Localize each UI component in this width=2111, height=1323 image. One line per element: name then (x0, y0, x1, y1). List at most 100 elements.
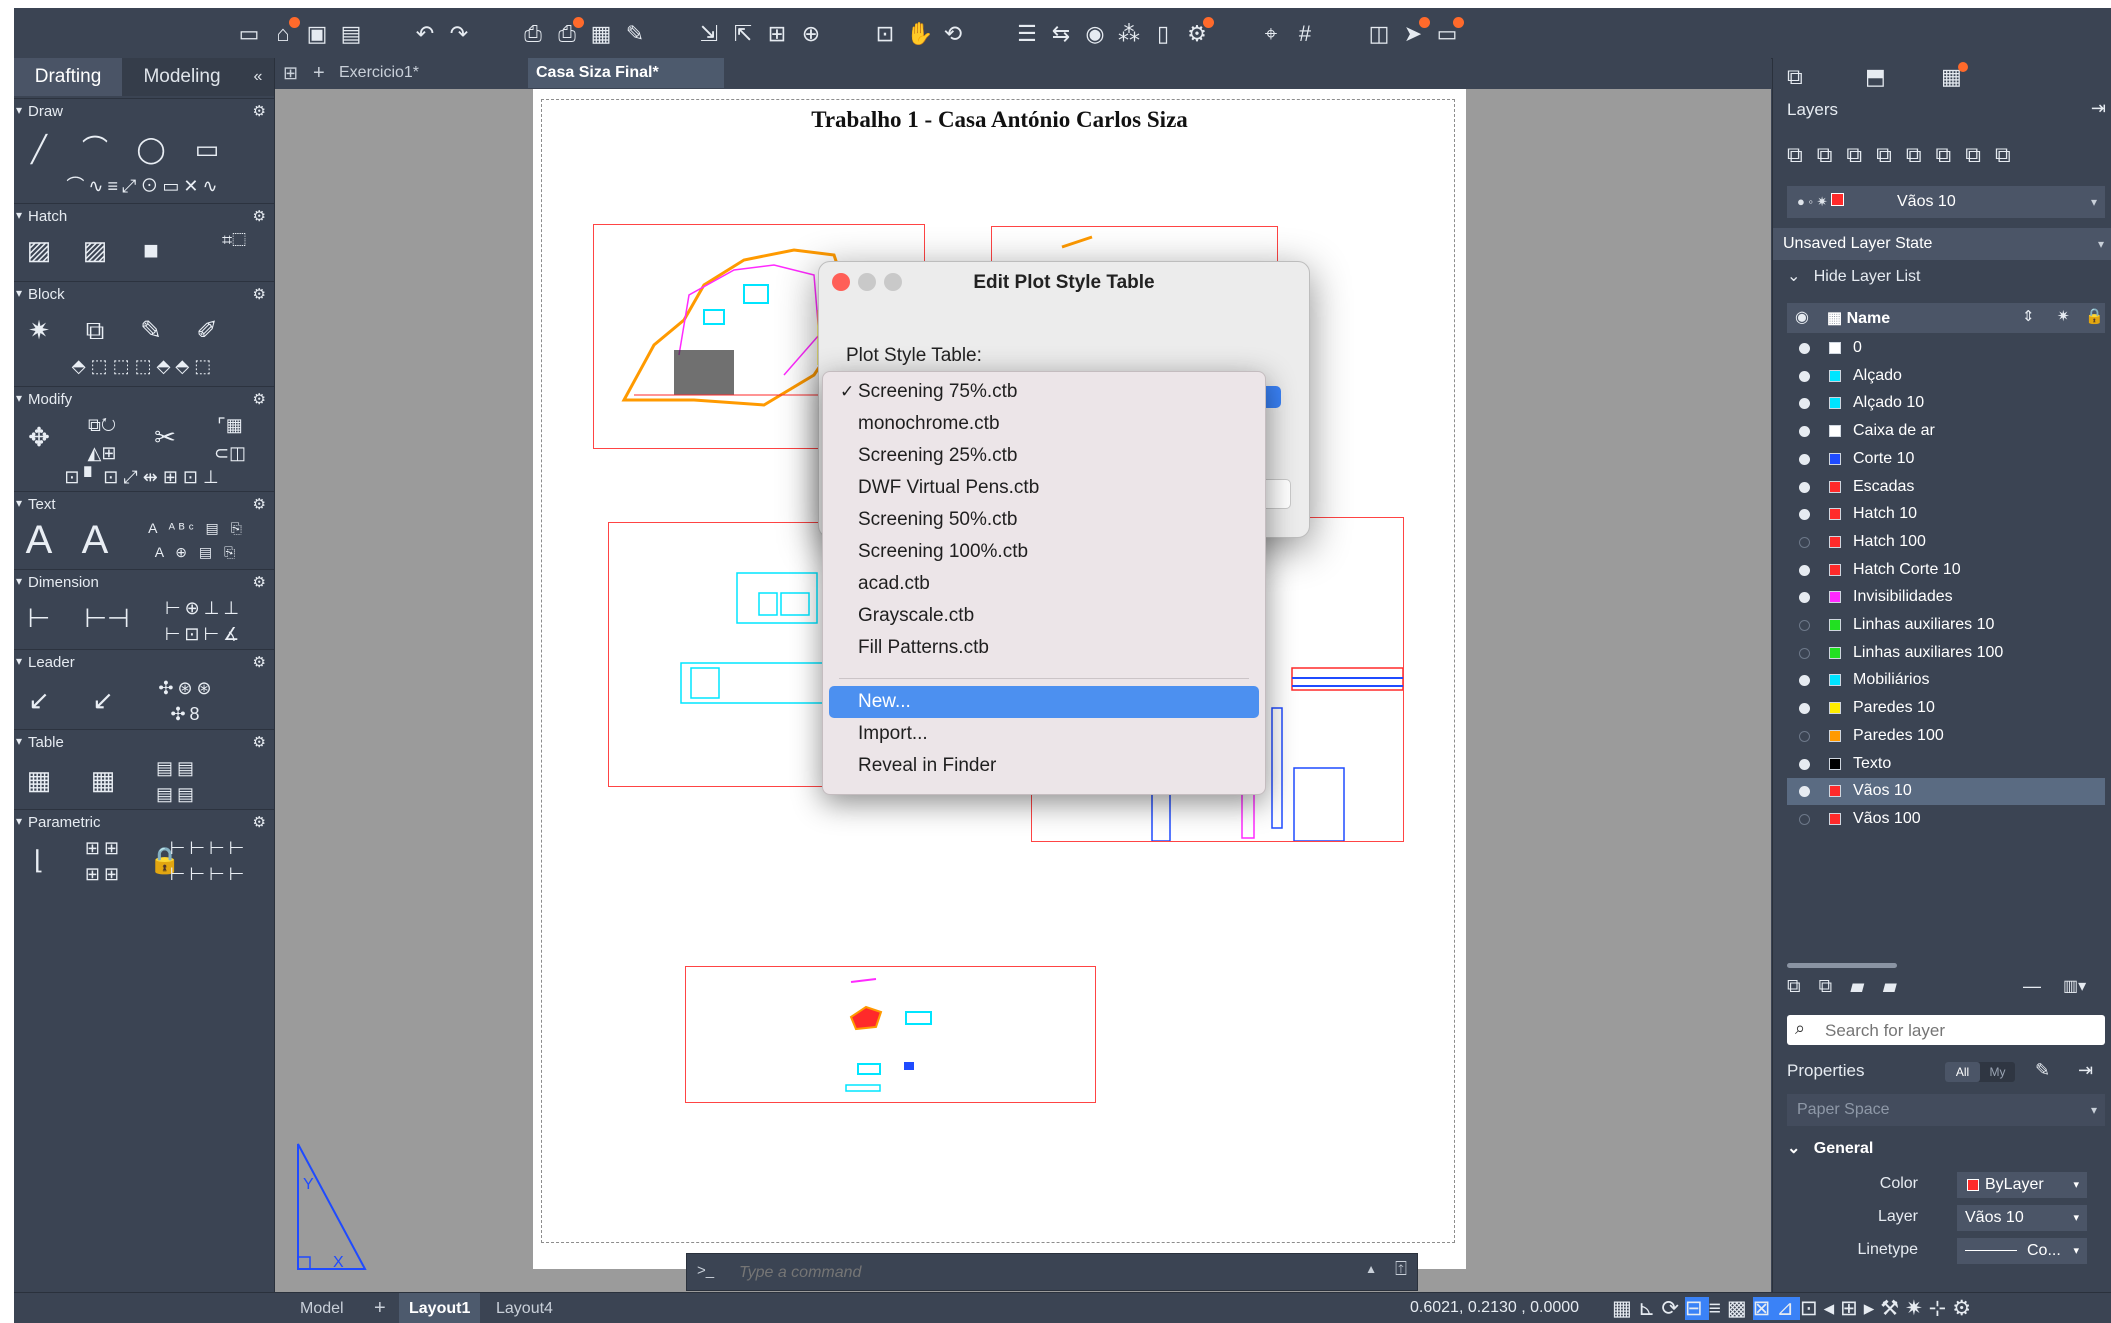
layer-color-swatch[interactable] (1829, 674, 1841, 687)
linear-dim-icon[interactable]: ⊢⊣ (84, 598, 130, 638)
panel-detach-icon-2[interactable]: ⇥ (2078, 1060, 2093, 1081)
dimension-icon[interactable]: ⊢ (16, 598, 62, 638)
menu-item[interactable]: ✓ Screening 75%.ctb (829, 376, 1259, 408)
section-title[interactable]: Table (16, 734, 64, 751)
quick-select-icon[interactable]: ✎ (2035, 1060, 2050, 1081)
dimensional-constraint-icons-2[interactable]: ⊢⊢⊢⊢ (154, 862, 264, 886)
layer-color-swatch[interactable] (1829, 342, 1841, 354)
gear-icon[interactable]: ⚙ (253, 207, 266, 225)
filter-my[interactable]: My (1980, 1062, 2015, 1082)
horizontal-scrollbar[interactable] (1787, 963, 1897, 968)
gear-icon[interactable]: ⚙ (253, 733, 266, 751)
section-title[interactable]: Draw (16, 103, 63, 120)
tab-layout4[interactable]: Layout4 (486, 1293, 563, 1323)
polyline-icon[interactable]: ⌒ (72, 129, 118, 169)
draw-more-icons[interactable]: ⌒∿≡⤢⊙▭✕∿ (16, 174, 272, 198)
lock-icon[interactable]: ⚙ (1184, 17, 1214, 47)
multiline-text-icon[interactable]: A (16, 520, 62, 560)
layer-color-swatch[interactable] (1829, 563, 1841, 576)
visibility-toggle-icon[interactable] (1799, 703, 1810, 715)
command-share-icon[interactable]: ⍐ (1395, 1258, 1407, 1281)
hide-layer-list-toggle[interactable]: ⌄ Hide Layer List (1787, 266, 1920, 286)
menu-action[interactable]: New... (829, 686, 1259, 718)
freeze-column-icon[interactable]: ✷ (2057, 307, 2070, 325)
layer-dropdown[interactable]: Vãos 10 ▾ (1957, 1205, 2087, 1231)
dim-more-icons-2[interactable]: ⊢⊡⊢∡ (144, 622, 264, 646)
menu-item[interactable]: Screening 25%.ctb (829, 440, 1259, 472)
layer-action-icons[interactable]: ⧉⧉▰▰ (1787, 976, 2105, 998)
leader-icon[interactable]: ↙ (16, 680, 62, 720)
layer-color-swatch[interactable] (1829, 452, 1841, 465)
boundary-icon[interactable]: ⌗⬚ (204, 228, 264, 252)
save-as-icon[interactable]: ▤ (338, 21, 364, 47)
layer-row[interactable]: Alçado (1787, 363, 2105, 390)
menu-item[interactable]: DWF Virtual Pens.ctb (829, 472, 1259, 504)
save-icon[interactable]: ▣ (304, 21, 330, 47)
hatch-icon[interactable]: ▨ (16, 230, 62, 270)
layer-color-swatch[interactable] (1829, 591, 1841, 604)
layer-row[interactable]: Vãos 10 (1787, 778, 2105, 806)
layer-color-swatch[interactable] (1829, 729, 1841, 742)
visibility-toggle-icon[interactable] (1799, 509, 1810, 521)
layer-row[interactable]: Alçado 10 (1787, 390, 2105, 417)
dim-more-icons[interactable]: ⊢⊕⊥⊥ (144, 596, 264, 620)
constraint-icons-2[interactable]: ⊞⊞ (74, 862, 134, 886)
tab-exercicio1[interactable]: Exercicio1* (331, 58, 527, 88)
open-icon[interactable]: ⌂ (270, 17, 300, 47)
linetype-dropdown[interactable]: Co... ▾ (1957, 1238, 2087, 1264)
leader-more-icons-2[interactable]: ✣8 (142, 702, 232, 726)
share-icon[interactable]: ➤ (1400, 17, 1430, 47)
filter-all[interactable]: All (1945, 1062, 1980, 1082)
properties-filter[interactable]: All My (1945, 1062, 2015, 1082)
section-title[interactable]: Modify (16, 391, 72, 408)
layer-color-swatch[interactable] (1829, 785, 1841, 798)
insert-block-icon[interactable]: ✷ (16, 310, 62, 350)
redo-icon[interactable]: ↷ (446, 21, 472, 47)
sort-icon[interactable]: ⇕ (2022, 307, 2035, 325)
visibility-toggle-icon[interactable] (1799, 343, 1810, 354)
visibility-column-icon[interactable]: ◉ (1795, 307, 1809, 327)
import-icon[interactable]: ⇲ (696, 21, 722, 47)
quick-icon[interactable]: ◉ (1082, 21, 1108, 47)
section-title[interactable]: Hatch (16, 208, 67, 225)
visibility-toggle-icon[interactable] (1799, 481, 1810, 493)
general-group-header[interactable]: ⌄ General (1787, 1138, 1873, 1158)
layer-color-swatch[interactable] (1829, 757, 1841, 770)
visibility-toggle-icon[interactable] (1799, 758, 1810, 770)
visibility-toggle-icon[interactable] (1799, 813, 1810, 825)
command-line[interactable]: >_ ▲ ⍐ (686, 1253, 1418, 1291)
layer-color-swatch[interactable] (1829, 369, 1841, 382)
tab-drafting[interactable]: Drafting (14, 58, 122, 96)
table-more-icons-2[interactable]: ▤▤ (142, 782, 212, 806)
web-icon[interactable]: ⊕ (798, 21, 824, 47)
layer-color-swatch[interactable] (1829, 535, 1841, 548)
layer-color-swatch[interactable] (1829, 425, 1841, 438)
layer-row[interactable]: Hatch 10 (1787, 501, 2105, 528)
color-dropdown[interactable]: ByLayer ▾ (1957, 1172, 2087, 1198)
fillet-array-icon[interactable]: ⌜▦ (200, 413, 260, 437)
split-icon[interactable]: ◫ (1366, 21, 1392, 47)
layer-search[interactable]: ⌕ (1787, 1015, 2105, 1045)
leader-more-icons[interactable]: ✣⊛⊛ (142, 676, 232, 700)
layer-row[interactable]: Hatch 100 (1787, 529, 2105, 556)
layer-color-swatch[interactable] (1829, 508, 1841, 521)
layer-row[interactable]: Linhas auxiliares 10 (1787, 612, 2105, 639)
visibility-toggle-icon[interactable] (1799, 786, 1810, 798)
new-icon[interactable]: ▭ (236, 21, 262, 47)
section-title[interactable]: Block (16, 286, 65, 303)
visibility-toggle-icon[interactable] (1799, 370, 1810, 382)
plot-icon[interactable]: ⎙ (520, 21, 546, 47)
gear-icon[interactable]: ⚙ (253, 573, 266, 591)
gear-icon[interactable]: ⚙ (253, 285, 266, 303)
tab-layout1[interactable]: Layout1 (399, 1293, 481, 1323)
hatch-edit-icon[interactable]: ▨ (72, 230, 118, 270)
layers-panel-icon[interactable]: ⧉ (1787, 64, 1803, 90)
object-type-dropdown[interactable]: Paper Space ▾ (1787, 1094, 2105, 1126)
page-setup-icon[interactable]: ✎ (622, 21, 648, 47)
visibility-toggle-icon[interactable] (1799, 398, 1810, 410)
visibility-toggle-icon[interactable] (1799, 592, 1810, 604)
viewport-overview[interactable] (685, 966, 1096, 1103)
current-layer-dropdown[interactable]: ● ◦ ✷ Vãos 10 ▾ (1787, 186, 2105, 218)
layer-color-swatch[interactable] (1829, 646, 1841, 659)
block-more-icons[interactable]: ⬘⬚⬚⬚⬘⬘⬚ (16, 354, 272, 378)
